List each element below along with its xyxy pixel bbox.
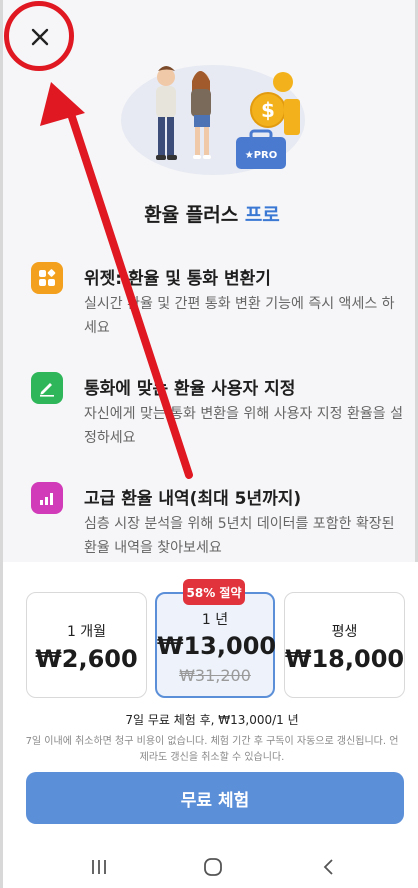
plan-monthly[interactable]: 1 개월 ₩2,600 xyxy=(26,592,147,698)
hero-illustration: $ ★PRO xyxy=(121,65,305,175)
plan-price: ₩2,600 xyxy=(35,645,138,673)
plan-old-price: ₩31,200 xyxy=(179,666,251,685)
edit-icon xyxy=(31,372,63,404)
plan-price: ₩13,000 xyxy=(157,632,277,660)
plan-name: 평생 xyxy=(331,624,358,640)
svg-text:★PRO: ★PRO xyxy=(245,150,278,161)
widget-icon xyxy=(31,262,63,294)
plan-name: 1 년 xyxy=(201,612,229,628)
title-text: 환율 플러스 xyxy=(144,204,239,226)
feature-description: 실시간 환율 및 간편 통화 변환 기능에 즉시 액세스 하세요 xyxy=(84,296,395,336)
savings-badge: 58% 절약 xyxy=(183,579,245,605)
feature-title: 고급 환율 내역(최대 5년까지) xyxy=(84,489,302,509)
trial-fine-print: 7일 이내에 취소하면 청구 비용이 없습니다. 체험 기간 후 구독이 자동으… xyxy=(25,736,399,763)
home-icon[interactable] xyxy=(200,856,226,878)
svg-text:$: $ xyxy=(261,98,275,122)
pro-label: 프로 xyxy=(244,204,280,226)
plan-name: 1 개월 xyxy=(66,624,107,640)
chart-icon xyxy=(31,482,63,514)
feature-description: 심층 시장 분석을 위해 5년치 데이터를 포함한 확장된 환율 내역을 찾아보… xyxy=(84,516,395,556)
trial-summary: 7일 무료 체험 후, ₩13,000/1 년 xyxy=(125,713,299,727)
plan-lifetime[interactable]: 평생 ₩18,000 xyxy=(284,592,405,698)
close-button[interactable] xyxy=(17,14,63,60)
back-icon[interactable] xyxy=(316,856,342,878)
plan-price: ₩18,000 xyxy=(285,645,405,673)
recent-apps-icon[interactable] xyxy=(86,856,112,878)
feature-description: 자신에게 맞는 통화 변환을 위해 사용자 지정 환율을 설정하세요 xyxy=(84,406,403,446)
feature-title: 통화에 맞는 환율 사용자 지정 xyxy=(84,379,296,399)
page-title: 환율 플러스 프로 xyxy=(3,200,418,227)
plans-section: 1 개월 ₩2,600 1 년 ₩13,000 ₩31,200 58% 절약 평… xyxy=(3,562,418,888)
system-nav-bar xyxy=(3,844,418,888)
feature-title: 위젯: 환율 및 통화 변환기 xyxy=(84,269,271,289)
paywall-screen: $ ★PRO 환율 플러스 프로 위젯: 환율 및 통화 변환기 실시간 환율 … xyxy=(0,0,418,888)
close-icon xyxy=(31,28,49,46)
free-trial-button[interactable]: 무료 체험 xyxy=(26,772,404,824)
plan-yearly[interactable]: 1 년 ₩13,000 ₩31,200 xyxy=(155,592,277,698)
